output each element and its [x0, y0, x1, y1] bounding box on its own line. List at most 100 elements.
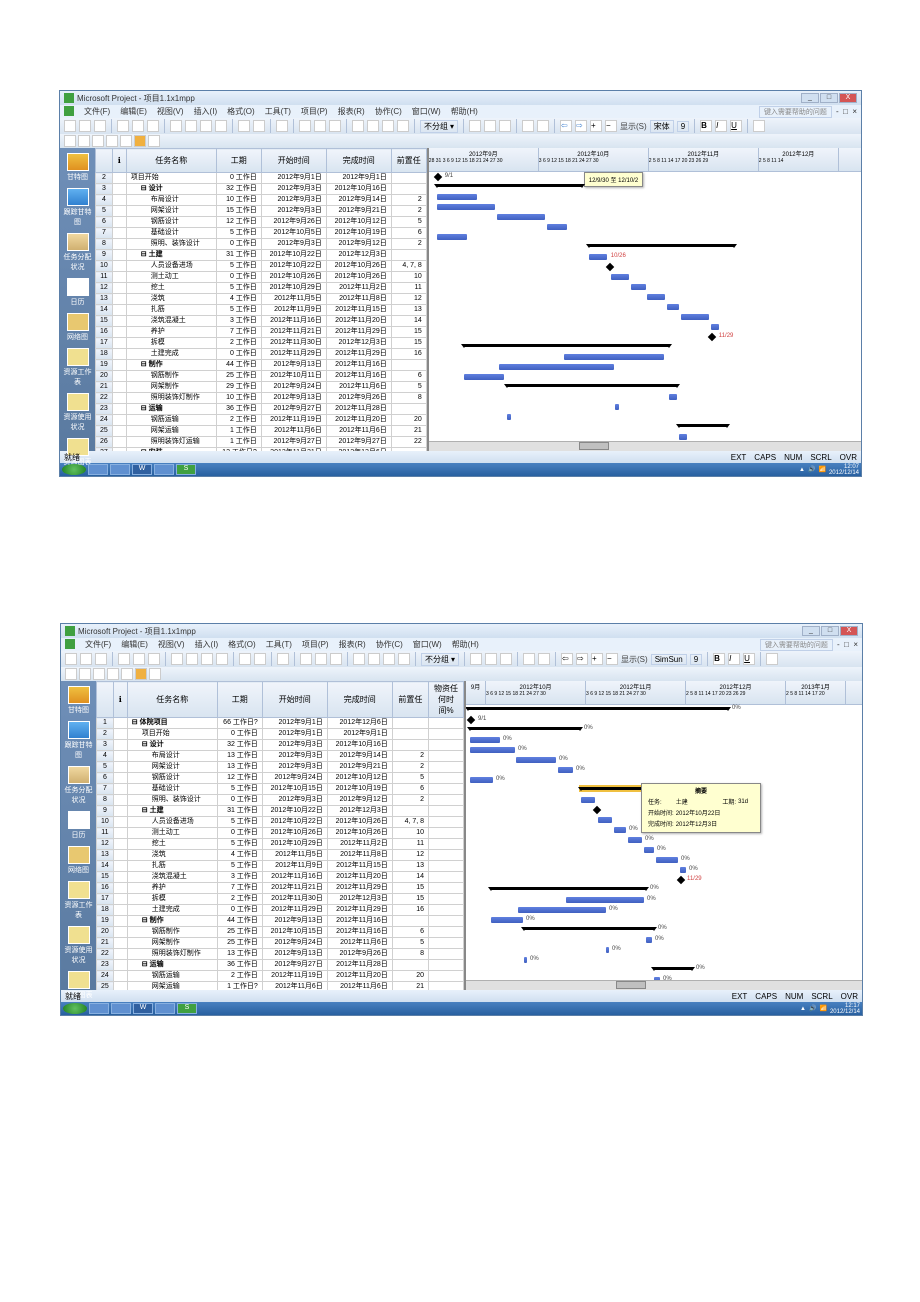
- taskbar-app[interactable]: [154, 464, 174, 475]
- zoom-out-icon[interactable]: [484, 120, 496, 132]
- table-row[interactable]: 15浇筑混凝土3 工作日2012年11月16日2012年11月20日14: [96, 316, 427, 327]
- table-row[interactable]: 26照明装饰灯运输1 工作日2012年9月27日2012年9月27日22: [96, 437, 427, 448]
- save-icon[interactable]: [94, 120, 106, 132]
- sidebar-gantt[interactable]: 甘特图: [63, 151, 93, 184]
- table-row[interactable]: 14扎筋5 工作日2012年11月9日2012年11月15日13: [97, 861, 464, 872]
- table-row[interactable]: 25网架运输1 工作日2012年11月6日2012年11月6日21: [96, 426, 427, 437]
- print-icon[interactable]: [118, 653, 130, 665]
- col-name[interactable]: 任务名称: [127, 682, 217, 718]
- maximize-button[interactable]: □: [820, 93, 838, 103]
- help-icon[interactable]: [538, 653, 550, 665]
- size-dropdown[interactable]: 9: [690, 654, 702, 665]
- menu-collab[interactable]: 协作(C): [376, 639, 403, 650]
- taskbar-app[interactable]: S: [176, 464, 196, 475]
- table-row[interactable]: 27⊟ 安装12 工作日?2012年11月21日2012年12月6日: [96, 448, 427, 452]
- cut-icon[interactable]: [171, 653, 183, 665]
- goto-task-icon[interactable]: [499, 120, 511, 132]
- sidebar-track[interactable]: 跟踪甘特图: [63, 186, 93, 229]
- sidebar-resuse[interactable]: 资源使用状况: [64, 924, 94, 967]
- gantt-hscroll[interactable]: [429, 441, 861, 451]
- redo-icon[interactable]: [254, 653, 266, 665]
- table-row[interactable]: 8照明、装饰设计0 工作日2012年9月3日2012年9月12日2: [97, 795, 464, 806]
- table-row[interactable]: 16养护7 工作日2012年11月21日2012年11月29日15: [96, 327, 427, 338]
- menu-view[interactable]: 视图(V): [158, 639, 185, 650]
- zoom-out-icon[interactable]: [485, 653, 497, 665]
- table-row[interactable]: 7基础设计5 工作日2012年10月5日2012年10月19日6: [96, 228, 427, 239]
- unlink-tasks-icon[interactable]: [314, 120, 326, 132]
- table-row[interactable]: 2项目开始0 工作日2012年9月1日2012年9月1日: [97, 729, 464, 740]
- sidebar-taskalloc[interactable]: 任务分配状况: [64, 764, 94, 807]
- link-icon[interactable]: [276, 120, 288, 132]
- sidebar-track[interactable]: 跟踪甘特图: [64, 719, 94, 762]
- tray-icon[interactable]: 🔊: [808, 466, 815, 473]
- sidebar-calendar[interactable]: 日历: [64, 809, 94, 842]
- table-row[interactable]: 22照明装饰灯制作13 工作日2012年9月13日2012年9月26日8: [97, 949, 464, 960]
- italic-icon[interactable]: I: [715, 120, 727, 132]
- col-name[interactable]: 任务名称: [126, 149, 216, 173]
- preview-icon[interactable]: [132, 120, 144, 132]
- sidebar-reswork[interactable]: 资源工作表: [63, 346, 93, 389]
- table-row[interactable]: 7基础设计5 工作日2012年10月15日2012年10月19日6: [97, 784, 464, 795]
- save-icon[interactable]: [95, 653, 107, 665]
- zoom-in-icon[interactable]: [469, 120, 481, 132]
- titlebar[interactable]: Microsoft Project - 项目1.1x1mpp _ □ X: [60, 91, 861, 105]
- viewbar-icon-6[interactable]: [134, 135, 146, 147]
- link-icon[interactable]: [277, 653, 289, 665]
- menu-edit[interactable]: 编辑(E): [120, 106, 147, 117]
- table-row[interactable]: 11测土动工0 工作日2012年10月26日2012年10月26日10: [96, 272, 427, 283]
- bold-icon[interactable]: B: [700, 120, 712, 132]
- help-search[interactable]: 键入需要帮助的问题: [760, 639, 833, 651]
- outdent-icon[interactable]: ⇦: [560, 120, 572, 132]
- table-row[interactable]: 23⊟ 运输36 工作日2012年9月27日2012年11月28日: [96, 404, 427, 415]
- taskbar-app[interactable]: [110, 464, 130, 475]
- table-row[interactable]: 5网架设计13 工作日2012年9月3日2012年9月21日2: [97, 762, 464, 773]
- table-row[interactable]: 21网架制作25 工作日2012年9月24日2012年11月6日5: [97, 938, 464, 949]
- notes-icon[interactable]: [367, 120, 379, 132]
- table-row[interactable]: 9⊟ 土建31 工作日2012年10月22日2012年12月3日: [97, 806, 464, 817]
- tray-icon[interactable]: ▲: [799, 467, 805, 473]
- table-row[interactable]: 16养护7 工作日2012年11月21日2012年11月29日15: [97, 883, 464, 894]
- font-dropdown[interactable]: 宋体: [650, 120, 674, 133]
- maximize-button[interactable]: □: [821, 626, 839, 636]
- viewbar-icon-1[interactable]: [64, 135, 76, 147]
- col-start[interactable]: 开始时间: [261, 149, 326, 173]
- table-row[interactable]: 13浇筑4 工作日2012年11月5日2012年11月8日12: [96, 294, 427, 305]
- sidebar-network[interactable]: 网络图: [64, 844, 94, 877]
- copy-icon[interactable]: [186, 653, 198, 665]
- table-row[interactable]: 17拆模2 工作日2012年11月30日2012年12月3日15: [96, 338, 427, 349]
- table-row[interactable]: 22照明装饰灯制作10 工作日2012年9月13日2012年9月26日8: [96, 393, 427, 404]
- help-icon[interactable]: [537, 120, 549, 132]
- italic-icon[interactable]: I: [728, 653, 740, 665]
- align-icon[interactable]: [753, 120, 765, 132]
- table-row[interactable]: 12挖土5 工作日2012年10月29日2012年11月2日11: [97, 839, 464, 850]
- menu-file[interactable]: 文件(F): [84, 106, 110, 117]
- menu-insert[interactable]: 插入(I): [195, 639, 219, 650]
- close-button[interactable]: X: [840, 626, 858, 636]
- viewbar-icon-2[interactable]: [78, 135, 90, 147]
- menu-help[interactable]: 帮助(H): [452, 639, 479, 650]
- size-dropdown[interactable]: 9: [677, 121, 689, 132]
- table-row[interactable]: 25网架运输1 工作日?2012年11月6日2012年11月6日21: [97, 982, 464, 991]
- menu-tools[interactable]: 工具(T): [265, 106, 291, 117]
- menu-view[interactable]: 视图(V): [157, 106, 184, 117]
- gantt-chart[interactable]: 9月 2012年10月3 6 9 12 15 18 21 24 27 30 20…: [466, 681, 862, 990]
- menu-edit[interactable]: 编辑(E): [121, 639, 148, 650]
- link-tasks-icon[interactable]: [299, 120, 311, 132]
- format-painter-icon[interactable]: [216, 653, 228, 665]
- table-row[interactable]: 23⊟ 运输36 工作日2012年9月27日2012年11月28日: [97, 960, 464, 971]
- table-row[interactable]: 11测土动工0 工作日2012年10月26日2012年10月26日10: [97, 828, 464, 839]
- start-button[interactable]: [63, 1003, 87, 1014]
- table-row[interactable]: 3⊟ 设计32 工作日2012年9月3日2012年10月16日: [97, 740, 464, 751]
- col-pred[interactable]: 前置任: [391, 149, 426, 173]
- cut-icon[interactable]: [170, 120, 182, 132]
- table-row[interactable]: 20钢筋制作25 工作日2012年10月15日2012年11月16日6: [97, 927, 464, 938]
- viewbar-icon-5[interactable]: [120, 135, 132, 147]
- col-info[interactable]: ℹ: [112, 149, 126, 173]
- table-row[interactable]: 6钢筋设计12 工作日2012年9月26日2012年10月12日5: [96, 217, 427, 228]
- viewbar-icon-3[interactable]: [93, 668, 105, 680]
- taskbar-app[interactable]: W: [133, 1003, 153, 1014]
- table-row[interactable]: 8照明、装饰设计0 工作日2012年9月3日2012年9月12日2: [96, 239, 427, 250]
- table-row[interactable]: 17拆模2 工作日2012年11月30日2012年12月3日15: [97, 894, 464, 905]
- close-button[interactable]: X: [839, 93, 857, 103]
- gantt-chart[interactable]: 2012年9月28 31 3 6 9 12 15 18 21 24 27 30 …: [429, 148, 861, 451]
